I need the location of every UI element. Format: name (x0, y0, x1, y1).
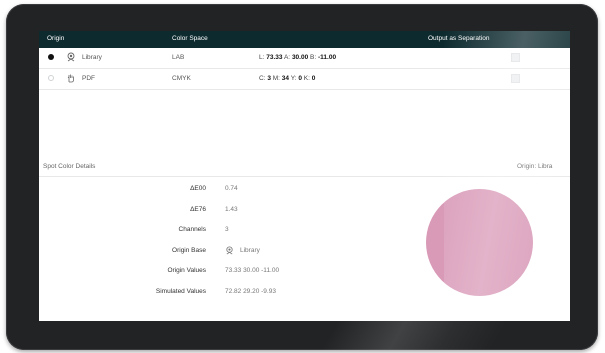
field-label-channels: Channels (178, 226, 206, 233)
field-value-channels: 3 (225, 226, 229, 233)
color-swatch (426, 189, 533, 296)
separation-checkbox[interactable] (511, 53, 520, 62)
separation-checkbox[interactable] (511, 74, 520, 83)
hand-pointer-icon (67, 74, 74, 83)
value-label: A: (283, 54, 291, 61)
app-screen: Origin Color Space Output as Separation … (39, 31, 570, 321)
spot-color-details-header: Spot Color Details Origin: Libra (39, 159, 570, 177)
field-label-de00: ΔE00 (190, 185, 206, 192)
value-label: Y: (290, 75, 297, 82)
row-radio-unselected[interactable] (48, 75, 54, 81)
column-header-origin[interactable]: Origin (47, 35, 64, 42)
field-label-de76: ΔE76 (190, 206, 206, 213)
bezel-glare (321, 320, 509, 350)
field-value-origin-values: 73.33 30.00 -11.00 (225, 267, 280, 274)
row-origin: PDF (82, 75, 95, 82)
value-label: M: (272, 75, 280, 82)
table-row[interactable]: PDF CMYK C: 3 M: 34 Y: 0 K: 0 (39, 69, 570, 90)
column-header-color-space[interactable]: Color Space (172, 35, 208, 42)
value-number: 0 (311, 75, 316, 82)
details-origin-label: Origin: (517, 163, 537, 170)
row-origin: Library (82, 54, 102, 61)
field-value-de76: 1.43 (225, 206, 238, 213)
field-label-origin-base: Origin Base (172, 247, 206, 254)
details-title: Spot Color Details (43, 163, 96, 170)
library-icon (226, 246, 233, 255)
row-color-space: CMYK (172, 75, 191, 82)
library-icon (67, 52, 75, 62)
field-value-de00: 0.74 (225, 185, 238, 192)
value-label: K: (303, 75, 310, 82)
table-row[interactable]: Library LAB L: 73.33 A: 30.00 B: -11.00 (39, 48, 570, 69)
value-label: L: (259, 54, 265, 61)
value-number: 30.00 (291, 54, 309, 61)
field-value-simulated-values: 72.82 29.20 -9.93 (225, 288, 276, 295)
details-origin-value: Libra (537, 163, 553, 170)
details-origin-selector[interactable]: Origin: Libra (517, 163, 552, 170)
value-label: B: (310, 54, 317, 61)
value-number: 34 (281, 75, 290, 82)
field-label-origin-values: Origin Values (167, 267, 206, 274)
row-values: L: 73.33 A: 30.00 B: -11.00 (259, 54, 336, 61)
row-color-space: LAB (172, 54, 185, 61)
column-header-separation[interactable]: Output as Separation (428, 35, 489, 42)
table-header: Origin Color Space Output as Separation (39, 31, 570, 48)
value-number: 73.33 (266, 54, 283, 61)
row-values: C: 3 M: 34 Y: 0 K: 0 (259, 75, 315, 82)
value-number: -11.00 (318, 54, 337, 61)
field-value-origin-base: Library (240, 247, 260, 254)
row-radio-selected[interactable] (48, 54, 54, 60)
value-number: 3 (267, 75, 271, 82)
value-label: C: (259, 75, 266, 82)
value-number: 0 (298, 75, 302, 82)
field-label-simulated-values: Simulated Values (155, 288, 206, 295)
